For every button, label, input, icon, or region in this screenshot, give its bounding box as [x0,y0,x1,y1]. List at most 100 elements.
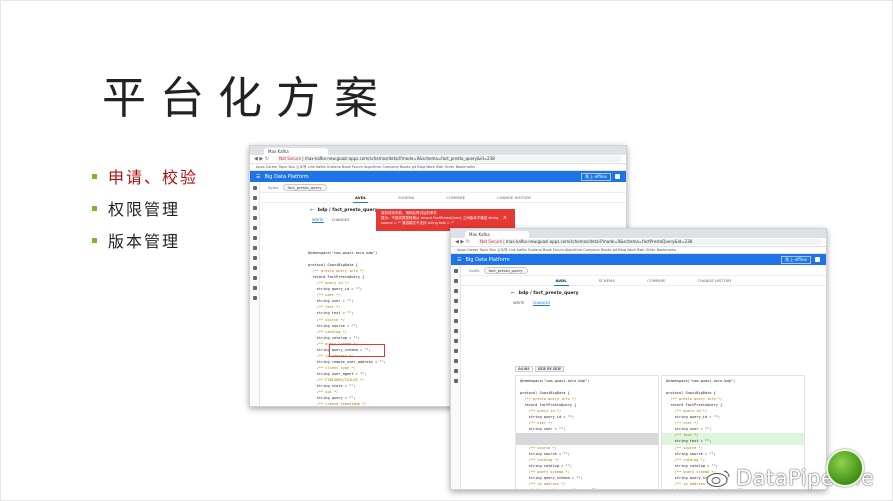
bullet-item: 申请、校验 [92,160,198,192]
account-icon[interactable] [815,257,820,262]
slide-title: 平台化方案 [102,73,392,124]
nav-icon[interactable] [252,196,257,200]
bullet-text: 权限管理 [108,200,181,219]
breadcrumb-root[interactable]: Avdlb [268,185,279,190]
nav-icon[interactable] [252,286,257,290]
nav-icon[interactable] [453,309,458,313]
browser-tab-strip: Max Kafka [250,146,626,155]
nav-arrows-icon[interactable]: ◀ ▶ ↻ [455,239,477,245]
not-secure-label: Not Secure [279,156,302,161]
nav-icon[interactable] [453,279,458,283]
tab-schema[interactable]: SCHEMA [597,276,617,285]
breadcrumb-chip[interactable]: fact_presto_query [282,183,327,191]
breadcrumb: Avdlb fact_presto_query [260,182,626,193]
weibo-logo-icon [706,470,730,487]
nav-icon[interactable] [453,269,458,273]
tab-bar: AVDL SCHEMA COMPARE CHANGE HISTORY [260,193,626,203]
breadcrumb-root[interactable]: Avdlb [469,268,480,273]
back-arrow-icon[interactable]: ← [511,291,515,296]
subtab-changes[interactable]: CHANGES [532,301,551,306]
app-brand: Big Data Platform [465,256,510,263]
highlight-box [329,344,385,357]
subtab-write[interactable]: WRITE [312,218,324,223]
nav-icon[interactable] [453,369,458,373]
tab-avdl[interactable]: AVDL [553,276,569,286]
side-nav [451,265,461,489]
editor-subtabs: WRITE CHANGES [513,301,826,306]
tab-compare[interactable]: COMPARE [444,193,467,202]
app-body: Avdlb fact_presto_query AVDL SCHEMA COMP… [451,265,826,490]
menu-icon[interactable]: ☰ [457,257,461,263]
page-title-text: bdp / fact_presto_query [317,208,378,213]
bullet-marker-icon [92,205,97,211]
slide: 平台化方案 申请、校验 权限管理 版本管理 Max Kafka ◀ ▶ ↻ No… [0,0,893,501]
tab-compare[interactable]: COMPARE [645,276,668,285]
browser-toolbar: ◀ ▶ ↻ Not Secure | max-kafka-new.guazi-a… [250,155,626,164]
subtab-write[interactable]: WRITE [513,301,525,306]
nav-icon[interactable] [453,359,458,363]
breadcrumb: Avdlb fact_presto_query [461,265,826,276]
nav-icon[interactable] [252,296,257,300]
tab-change-history[interactable]: CHANGE HISTORY [696,276,734,285]
back-arrow-icon[interactable]: ← [310,208,314,213]
logo-badge-icon [826,449,864,487]
side-by-side-button[interactable]: SIDE BY SIDE [534,366,565,372]
nav-icon[interactable] [252,276,257,280]
diff-left-pane[interactable]: @namespace("com.guazi.avro.bdp") protoco… [515,375,659,490]
bullet-list: 申请、校验 权限管理 版本管理 [92,160,198,256]
nav-icon[interactable] [252,216,257,220]
bullet-text: 版本管理 [108,232,181,251]
diff-left-code: @namespace("com.guazi.avro.bdp") protoco… [516,376,658,490]
nav-icon[interactable] [252,246,257,250]
user-menu[interactable]: 陈上·offline [781,255,811,264]
account-icon[interactable] [615,174,620,179]
bookmarks-bar[interactable]: Apps Career Topic Bus 公众号 Link Kafka Gra… [250,164,626,171]
url-text: max-kafka-new.guazi-apps.com/schemas/det… [505,239,693,244]
menu-icon[interactable]: ☰ [256,174,260,180]
nav-icon[interactable] [252,226,257,230]
nav-icon[interactable] [252,206,257,210]
bullet-item: 权限管理 [92,192,198,224]
browser-toolbar: ◀ ▶ ↻ Not Secure | max-kafka-new.guazi-a… [451,238,826,247]
nav-icon[interactable] [453,349,458,353]
side-nav [250,182,260,406]
tab-change-history[interactable]: CHANGE HISTORY [495,193,533,202]
main-content: Avdlb fact_presto_query AVDL SCHEMA COMP… [461,265,826,490]
diff-mode-toggle: INLINE SIDE BY SIDE [515,366,565,372]
nav-icon[interactable] [453,379,458,383]
browser-tab[interactable]: Max Kafka [264,148,328,155]
toast-line: source = "" 兼容模式不支持 string text = "" [381,221,455,225]
bullet-marker-icon [92,173,97,179]
nav-icon[interactable] [252,266,257,270]
code-line: string remote_user_address = ""; [520,487,598,490]
bullet-item: 版本管理 [92,224,198,256]
nav-icon[interactable] [453,299,458,303]
nav-arrows-icon[interactable]: ◀ ▶ ↻ [254,156,276,162]
nav-icon[interactable] [252,256,257,260]
bookmarks-bar[interactable]: Apps Career Topic Bus 公众号 Link Kafka Gra… [451,247,826,254]
tab-bar: AVDL SCHEMA COMPARE CHANGE HISTORY [461,276,826,286]
nav-icon[interactable] [252,186,257,190]
not-secure-label: Not Secure [480,239,503,244]
tab-schema[interactable]: SCHEMA [396,193,416,202]
subtab-changes[interactable]: CHANGES [332,218,350,223]
nav-icon[interactable] [252,236,257,240]
browser-tab[interactable]: Max Kafka [465,231,529,238]
address-bar[interactable]: Not Secure | max-kafka-new.guazi-apps.co… [477,239,822,245]
bullet-marker-icon [92,237,97,243]
app-brand: Big Data Platform [264,173,309,180]
user-menu[interactable]: 陈上·offline [581,172,611,181]
breadcrumb-chip[interactable]: fact_presto_query [483,266,528,274]
nav-icon[interactable] [453,289,458,293]
app-header: ☰ Big Data Platform 陈上·offline [451,254,826,265]
nav-icon[interactable] [453,319,458,323]
tab-avdl[interactable]: AVDL [353,193,369,203]
nav-icon[interactable] [453,329,458,333]
nav-icon[interactable] [453,339,458,343]
page-title-text: bdp / fact_presto_query [518,291,579,296]
close-icon[interactable]: × [503,216,507,221]
inline-button[interactable]: INLINE [515,366,533,372]
url-text: max-kafka-new.guazi-apps.com/schemas/det… [304,156,495,161]
address-bar[interactable]: Not Secure | max-kafka-new.guazi-apps.co… [276,156,622,162]
bullet-text: 申请、校验 [108,168,199,187]
